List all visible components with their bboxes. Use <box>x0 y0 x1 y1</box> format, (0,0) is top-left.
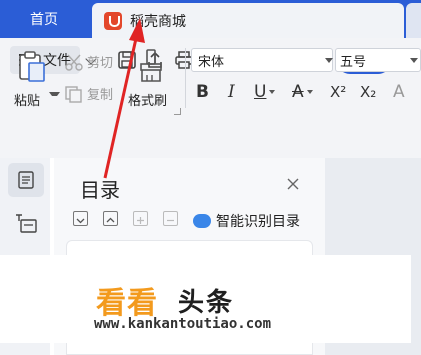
bold-button[interactable]: B <box>196 80 209 104</box>
close-icon[interactable] <box>286 177 300 191</box>
underline-label: U <box>254 82 267 102</box>
ai-recognize-icon <box>193 214 211 228</box>
cut-button[interactable]: 剪切 <box>64 52 113 71</box>
font-size-select[interactable]: 五号 <box>335 48 421 72</box>
underline-button[interactable]: U <box>254 80 276 104</box>
copy-icon <box>65 85 82 103</box>
subscript-button[interactable]: X₂ <box>360 80 376 104</box>
smart-toc-button[interactable]: 智能识别目录 <box>193 211 300 231</box>
watermark-logo-secondary: 头条 <box>178 288 235 318</box>
collapse-level-button[interactable] <box>73 211 88 226</box>
smart-toc-label: 智能识别目录 <box>216 214 300 230</box>
font-family-value: 宋体 <box>198 54 225 70</box>
group-divider <box>185 48 186 108</box>
paste-label: 粘贴 <box>14 94 41 109</box>
chapter-nav-icon[interactable] <box>14 212 38 234</box>
bold-label: B <box>196 82 209 102</box>
format-painter-button[interactable]: 格式刷 <box>128 90 167 109</box>
superscript-label: X² <box>330 83 347 101</box>
cut-label: 剪切 <box>87 56 114 71</box>
copy-button[interactable]: 复制 <box>64 84 113 103</box>
tab-docer-store-label: 稻壳商城 <box>130 13 186 30</box>
text-effect-button[interactable]: A <box>393 80 405 104</box>
format-painter-label: 格式刷 <box>128 94 168 109</box>
chevron-down-icon <box>76 218 85 224</box>
format-painter-icon[interactable] <box>138 49 164 83</box>
docer-logo-icon <box>104 11 122 30</box>
outline-icon <box>18 171 34 189</box>
remove-item-button[interactable] <box>163 211 178 226</box>
tab-docer-store[interactable]: 稻壳商城 <box>92 3 404 38</box>
watermark-url: www.kankantoutiao.com <box>94 316 272 332</box>
chevron-down-icon <box>269 90 276 94</box>
chevron-up-icon <box>106 217 115 223</box>
superscript-button[interactable]: X² <box>330 80 346 104</box>
scissors-icon <box>65 54 83 71</box>
paste-dropdown-icon[interactable] <box>49 92 60 101</box>
font-family-select[interactable]: 宋体 <box>191 48 333 72</box>
strikethrough-label: A <box>292 82 304 102</box>
tab-strip: 首页 稻壳商城 <box>0 0 421 38</box>
save-icon[interactable] <box>117 50 137 70</box>
text-effect-label: A <box>393 82 405 102</box>
tab-next[interactable] <box>406 3 421 38</box>
chevron-down-icon <box>306 90 313 94</box>
clipboard-group-launcher-icon[interactable] <box>174 108 181 115</box>
font-size-value: 五号 <box>340 54 367 70</box>
plus-icon <box>137 217 144 224</box>
chevron-down-icon <box>325 58 333 63</box>
minus-icon <box>167 219 174 222</box>
strikethrough-button[interactable]: A <box>292 80 313 104</box>
italic-button[interactable]: I <box>228 80 235 104</box>
paste-icon[interactable] <box>18 51 46 83</box>
toc-title: 目录 <box>80 178 120 202</box>
paste-button[interactable]: 粘贴 <box>14 90 40 109</box>
tab-home[interactable]: 首页 <box>0 0 88 38</box>
chevron-down-icon <box>410 58 418 63</box>
expand-level-button[interactable] <box>103 211 118 226</box>
copy-label: 复制 <box>87 88 114 103</box>
toc-nav-button[interactable] <box>8 163 44 197</box>
subscript-label: X₂ <box>360 83 377 101</box>
add-item-button[interactable] <box>133 211 148 226</box>
italic-label: I <box>228 82 235 102</box>
